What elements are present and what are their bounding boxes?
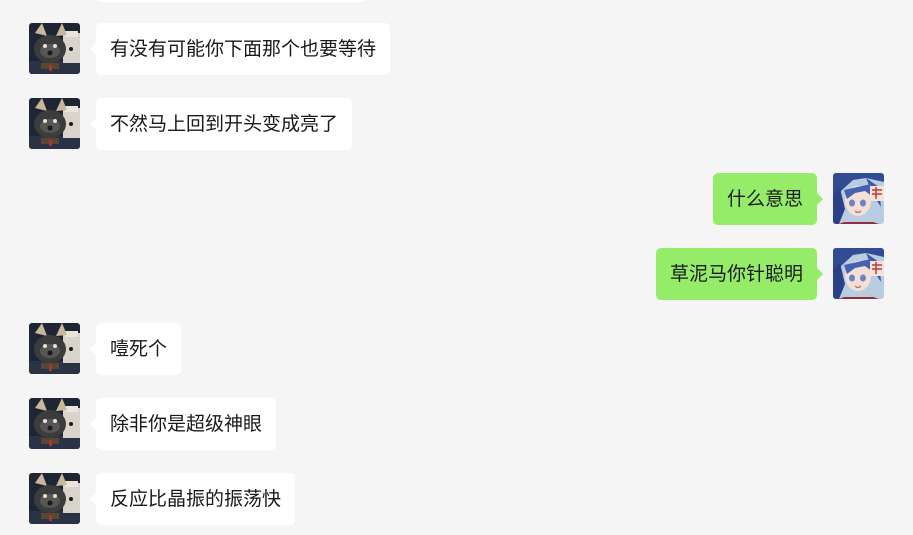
- cat-avatar-icon[interactable]: [29, 23, 80, 74]
- message-bubble[interactable]: 什么意思: [712, 173, 824, 225]
- message-bubble[interactable]: 有没有可能你下面那个也要等待: [89, 23, 391, 75]
- cat-avatar-icon[interactable]: [29, 323, 80, 374]
- cat-avatar-icon[interactable]: [29, 473, 80, 524]
- message-incoming: 不然马上回到开头变成亮了: [0, 98, 913, 150]
- anime-girl-avatar-icon[interactable]: [833, 248, 884, 299]
- message-bubble[interactable]: 除非你是超级神眼: [89, 398, 277, 450]
- message-incoming: 反应比晶振的振荡快: [0, 473, 913, 525]
- message-outgoing: 草泥马你针聪明: [0, 248, 913, 300]
- cat-avatar-icon[interactable]: [29, 98, 80, 149]
- anime-girl-avatar-icon[interactable]: [833, 173, 884, 224]
- chat-message-list[interactable]: 有没有可能你下面那个也要等待 不然马上回到开头变成亮了 什么意思 草泥马你针聪明…: [0, 0, 913, 535]
- message-incoming: 有没有可能你下面那个也要等待: [0, 23, 913, 75]
- message-bubble[interactable]: 不然马上回到开头变成亮了: [89, 98, 353, 150]
- message-bubble[interactable]: 反应比晶振的振荡快: [89, 473, 296, 525]
- cut-off-message-bubble: [96, 0, 366, 2]
- message-outgoing: 什么意思: [0, 173, 913, 225]
- message-incoming: 噎死个: [0, 323, 913, 375]
- message-bubble[interactable]: 草泥马你针聪明: [655, 248, 824, 300]
- message-incoming: 除非你是超级神眼: [0, 398, 913, 450]
- cat-avatar-icon[interactable]: [29, 398, 80, 449]
- message-bubble[interactable]: 噎死个: [89, 323, 182, 375]
